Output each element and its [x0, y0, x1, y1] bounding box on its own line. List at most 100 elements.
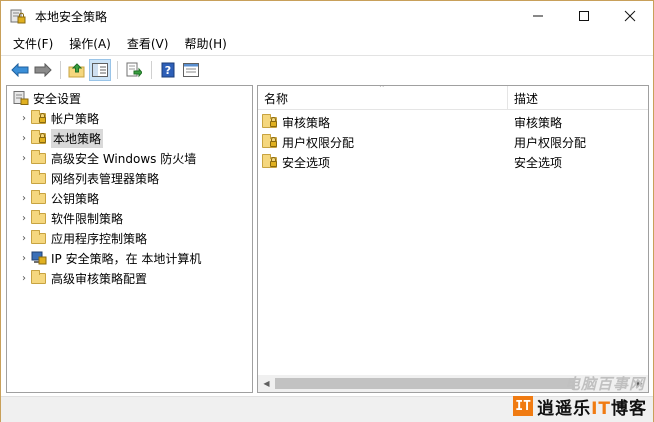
chevron-right-icon[interactable]: ›	[17, 193, 31, 204]
tree-item-label: 高级安全 Windows 防火墙	[51, 151, 197, 166]
tree-root[interactable]: 安全设置	[7, 88, 252, 108]
console-tree-icon	[92, 62, 108, 77]
list-item[interactable]: 安全选项 安全选项	[258, 152, 648, 172]
tree-item-ip-security[interactable]: › IP 安全策略，在 本地计算机	[7, 248, 252, 268]
toolbar: ?	[1, 55, 653, 83]
window-title: 本地安全策略	[35, 9, 108, 24]
menu-action[interactable]: 操作(A)	[59, 35, 117, 52]
back-arrow-icon	[11, 62, 29, 77]
tree-item-label: 网络列表管理器策略	[51, 171, 160, 186]
scroll-thumb[interactable]	[275, 378, 575, 389]
help-book-icon: ?	[161, 62, 175, 77]
chevron-right-icon[interactable]: ›	[17, 153, 31, 164]
tree-item-local-policies[interactable]: › 本地策略	[7, 128, 252, 148]
local-security-policy-window: 本地安全策略 文件(F) 操作(A) 查看(V) 帮助(H) ? 安全设置 › …	[0, 0, 654, 422]
column-description-label: 描述	[514, 91, 539, 106]
folder-lock-icon	[262, 154, 278, 169]
back-button[interactable]	[9, 59, 31, 81]
column-name-label: 名称	[264, 91, 289, 106]
chevron-right-icon[interactable]: ›	[17, 273, 31, 284]
properties-button[interactable]	[180, 59, 202, 81]
folder-lock-icon	[31, 130, 47, 145]
maximize-icon	[579, 11, 589, 21]
chevron-right-icon[interactable]: ›	[17, 113, 31, 124]
list-item-name: 安全选项	[282, 155, 331, 170]
menu-file[interactable]: 文件(F)	[1, 35, 59, 52]
watermark-logo: IT 逍遥乐IT博客	[513, 394, 647, 419]
toolbar-separator	[60, 60, 61, 79]
column-header-description[interactable]: 描述	[508, 86, 648, 110]
tree-item-label-selected: 本地策略	[51, 128, 104, 148]
watermark-text: 逍遥乐IT博客	[537, 394, 647, 419]
tree-item-advanced-audit[interactable]: › 高级审核策略配置	[7, 268, 252, 288]
tree-item-network-list-manager[interactable]: 网络列表管理器策略	[7, 168, 252, 188]
chevron-right-icon[interactable]: ›	[17, 133, 31, 144]
minimize-button[interactable]	[515, 1, 561, 31]
folder-icon	[31, 230, 47, 245]
list-header: 名称 ⌃ 描述	[258, 86, 648, 110]
help-button[interactable]: ?	[157, 59, 179, 81]
menu-view[interactable]: 查看(V)	[117, 35, 175, 52]
tree-item-software-restriction[interactable]: › 软件限制策略	[7, 208, 252, 228]
tree-item-label: 软件限制策略	[51, 211, 124, 226]
tree-root-label: 安全设置	[33, 91, 82, 106]
toolbar-separator	[151, 60, 152, 79]
up-folder-icon	[68, 62, 85, 77]
up-level-button[interactable]	[66, 59, 88, 81]
folder-icon	[31, 270, 47, 285]
folder-icon	[31, 210, 47, 225]
column-header-name[interactable]: 名称 ⌃	[258, 86, 508, 110]
folder-lock-icon	[262, 114, 278, 129]
tree-item-label: IP 安全策略，在 本地计算机	[51, 251, 202, 266]
sort-ascending-icon: ⌃	[378, 85, 386, 94]
svg-text:?: ?	[165, 64, 171, 77]
list-item[interactable]: 用户权限分配 用户权限分配	[258, 132, 648, 152]
export-list-button[interactable]	[123, 59, 145, 81]
properties-window-icon	[183, 62, 199, 77]
ip-security-icon	[31, 251, 47, 265]
list-item-description: 安全选项	[514, 155, 563, 170]
console-tree-pane[interactable]: 安全设置 › 帐户策略 › 本地策略 › 高级安全 Windows 防火墙 网络…	[6, 85, 253, 393]
forward-button[interactable]	[32, 59, 54, 81]
close-icon	[624, 10, 636, 22]
watermark-text-a: 逍遥乐	[537, 398, 592, 419]
chevron-right-icon[interactable]: ›	[17, 213, 31, 224]
toolbar-separator	[117, 60, 118, 79]
export-list-icon	[126, 62, 142, 77]
minimize-icon	[533, 15, 543, 17]
list-item[interactable]: 审核策略 审核策略	[258, 112, 648, 132]
title-bar: 本地安全策略	[1, 1, 653, 31]
close-button[interactable]	[607, 1, 653, 31]
tree-item-windows-firewall[interactable]: › 高级安全 Windows 防火墙	[7, 148, 252, 168]
folder-lock-icon	[262, 134, 278, 149]
chevron-right-icon[interactable]: ›	[17, 253, 31, 264]
watermark-badge: IT	[513, 396, 534, 416]
list-item-description: 用户权限分配	[514, 135, 587, 150]
tree-item-account-policies[interactable]: › 帐户策略	[7, 108, 252, 128]
watermark-text-b: 博客	[611, 398, 647, 419]
security-settings-icon	[13, 91, 29, 105]
folder-icon	[31, 150, 47, 165]
list-item-name: 审核策略	[282, 115, 331, 130]
tree-item-label: 公钥策略	[51, 191, 100, 206]
watermark-text-it: IT	[591, 398, 611, 419]
maximize-button[interactable]	[561, 1, 607, 31]
folder-lock-icon	[31, 110, 47, 125]
menu-help[interactable]: 帮助(H)	[174, 35, 232, 52]
list-item-description: 审核策略	[514, 115, 563, 130]
list-item-name: 用户权限分配	[282, 135, 355, 150]
chevron-right-icon[interactable]: ›	[17, 233, 31, 244]
tree-item-app-control[interactable]: › 应用程序控制策略	[7, 228, 252, 248]
security-policy-app-icon	[10, 8, 26, 24]
show-hide-tree-button[interactable]	[89, 58, 111, 81]
tree-item-label: 帐户策略	[51, 111, 100, 126]
scroll-left-icon[interactable]: ◀	[258, 375, 275, 392]
folder-icon	[31, 170, 47, 185]
tree-item-public-key[interactable]: › 公钥策略	[7, 188, 252, 208]
tree-item-label: 高级审核策略配置	[51, 271, 148, 286]
menu-bar: 文件(F) 操作(A) 查看(V) 帮助(H)	[1, 32, 653, 54]
result-list-pane[interactable]: 名称 ⌃ 描述 审核策略 审核策略 用户权限分配 用户权限分配 安全选项 安全选…	[257, 85, 649, 393]
forward-arrow-icon	[34, 62, 52, 77]
watermark-upper-text: 电脑百事网	[564, 375, 645, 393]
folder-icon	[31, 190, 47, 205]
